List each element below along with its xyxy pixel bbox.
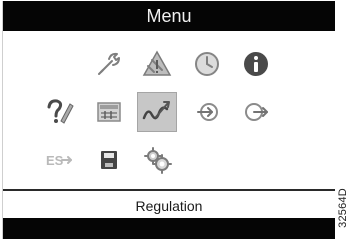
pen-check-icon <box>47 99 74 124</box>
footer-bar <box>3 218 335 239</box>
regulation-icon <box>142 101 170 120</box>
display-frame: Menu ES Regulation 32564D <box>0 0 352 240</box>
info-icon <box>244 52 268 76</box>
wrench-button[interactable] <box>89 44 129 84</box>
controller-screen: Menu ES Regulation <box>2 1 335 239</box>
gears-icon <box>144 147 172 174</box>
menu-header: Menu <box>3 1 335 31</box>
data-panel-icon <box>97 102 121 122</box>
arrow-in-icon <box>197 103 218 121</box>
selected-menu-label: Regulation <box>135 198 203 214</box>
es-button[interactable]: ES <box>39 140 79 180</box>
side-code-text: 32564D <box>337 188 350 228</box>
es-icon: ES <box>46 153 72 168</box>
settings-pen-button[interactable] <box>39 92 79 132</box>
side-code: 32564D <box>334 176 352 240</box>
es-label: ES <box>46 153 64 168</box>
regulation-button[interactable] <box>137 92 177 132</box>
data-panel-button[interactable] <box>89 92 129 132</box>
arrow-out-button[interactable] <box>236 92 276 132</box>
timer-button[interactable] <box>187 44 227 84</box>
save-icon <box>101 151 117 169</box>
warning-icon <box>142 50 172 76</box>
warning-button[interactable] <box>137 44 177 84</box>
clock-icon <box>195 52 219 76</box>
gears-button[interactable] <box>137 140 177 180</box>
footer-divider <box>3 189 335 191</box>
arrow-in-button[interactable] <box>187 92 227 132</box>
arrow-out-icon <box>245 103 268 121</box>
info-button[interactable] <box>236 44 276 84</box>
wrench-icon <box>98 52 120 75</box>
save-button[interactable] <box>89 140 129 180</box>
menu-title: Menu <box>146 6 192 26</box>
